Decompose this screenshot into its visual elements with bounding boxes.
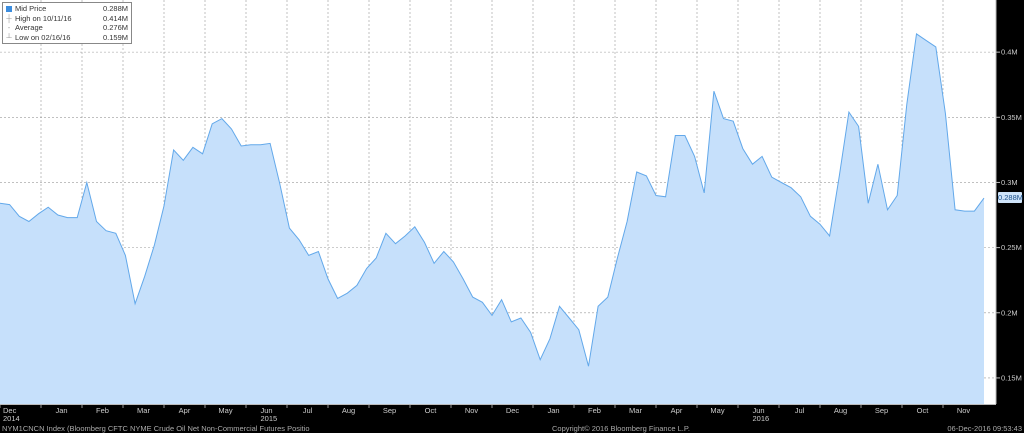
- legend-mid-value: 0.288M: [102, 4, 128, 13]
- y-tick-label: 0.4M: [1001, 48, 1018, 57]
- dash-icon: -: [7, 23, 11, 32]
- x-tick-label: Apr: [179, 406, 191, 415]
- footer-index-name: NYM1CNCN Index (Bloomberg CFTC NYME Crud…: [2, 424, 310, 433]
- y-tick-label: 0.35M: [1001, 113, 1022, 122]
- x-tick-label: Aug: [834, 406, 847, 415]
- x-tick-label: Dec: [506, 406, 520, 415]
- legend-avg-value: 0.276M: [102, 23, 128, 32]
- x-year-label: 2014: [3, 414, 20, 423]
- y-tick-label: 0.3M: [1001, 178, 1018, 187]
- legend-row-average: - Average 0.276M: [6, 23, 128, 33]
- series-swatch-icon: [6, 5, 12, 12]
- y-tick-label: 0.2M: [1001, 308, 1018, 317]
- x-tick-label: May: [710, 406, 724, 415]
- tick-icon: ┼: [6, 13, 12, 23]
- x-tick-label: May: [218, 406, 232, 415]
- legend-row-mid: Mid Price 0.288M: [6, 4, 128, 14]
- x-tick-label: Mar: [629, 406, 642, 415]
- x-tick-label: Apr: [671, 406, 683, 415]
- x-tick-label: Feb: [96, 406, 109, 415]
- x-tick-label: Jul: [795, 406, 805, 415]
- footer: NYM1CNCN Index (Bloomberg CFTC NYME Crud…: [0, 424, 1024, 433]
- legend-high-label: High on 10/11/16: [15, 13, 72, 23]
- legend-avg-label: Average: [15, 23, 43, 32]
- legend-high-value: 0.414M: [102, 13, 128, 23]
- y-tick-label: 0.15M: [1001, 373, 1022, 382]
- legend-row-low: ┴ Low on 02/16/16 0.159M: [6, 33, 128, 43]
- x-tick-label: Mar: [137, 406, 150, 415]
- x-tick-label: Nov: [465, 406, 479, 415]
- footer-timestamp: 06-Dec-2016 09:53:43: [947, 424, 1022, 433]
- price-chart: 0.15M 0.2M 0.25M 0.3M 0.35M 0.4M Dec 2014 Jan Fe…: [0, 0, 1022, 423]
- x-year-label: 2016: [753, 414, 770, 423]
- tick-icon: ┴: [6, 32, 12, 42]
- legend-low-value: 0.159M: [102, 32, 128, 42]
- last-price-tag: 0.288M: [998, 192, 1024, 204]
- legend: Mid Price 0.288M ┼ High on 10/11/16 0.414…: [2, 2, 132, 44]
- x-axis: Dec2014Jan Feb Mar Apr May Jun2015Jul Aug Sep Oc…: [0, 404, 996, 423]
- x-tick-label: Jul: [303, 406, 313, 415]
- x-year-label: 2015: [261, 414, 278, 423]
- x-tick-label: Feb: [588, 406, 601, 415]
- x-tick-label: Sep: [383, 406, 396, 415]
- x-tick-label: Jan: [55, 406, 67, 415]
- x-tick-label: Sep: [875, 406, 888, 415]
- x-tick-label: Nov: [957, 406, 971, 415]
- legend-low-label: Low on 02/16/16: [15, 32, 71, 42]
- x-tick-label: Oct: [917, 406, 930, 415]
- x-tick-label: Jan: [547, 406, 559, 415]
- x-tick-label: Aug: [342, 406, 355, 415]
- legend-mid-label: Mid Price: [15, 4, 47, 13]
- y-tick-label: 0.25M: [1001, 243, 1022, 252]
- x-tick-label: Oct: [425, 406, 438, 415]
- footer-copyright: Copyright© 2016 Bloomberg Finance L.P.: [552, 424, 690, 433]
- legend-row-high: ┼ High on 10/11/16 0.414M: [6, 14, 128, 24]
